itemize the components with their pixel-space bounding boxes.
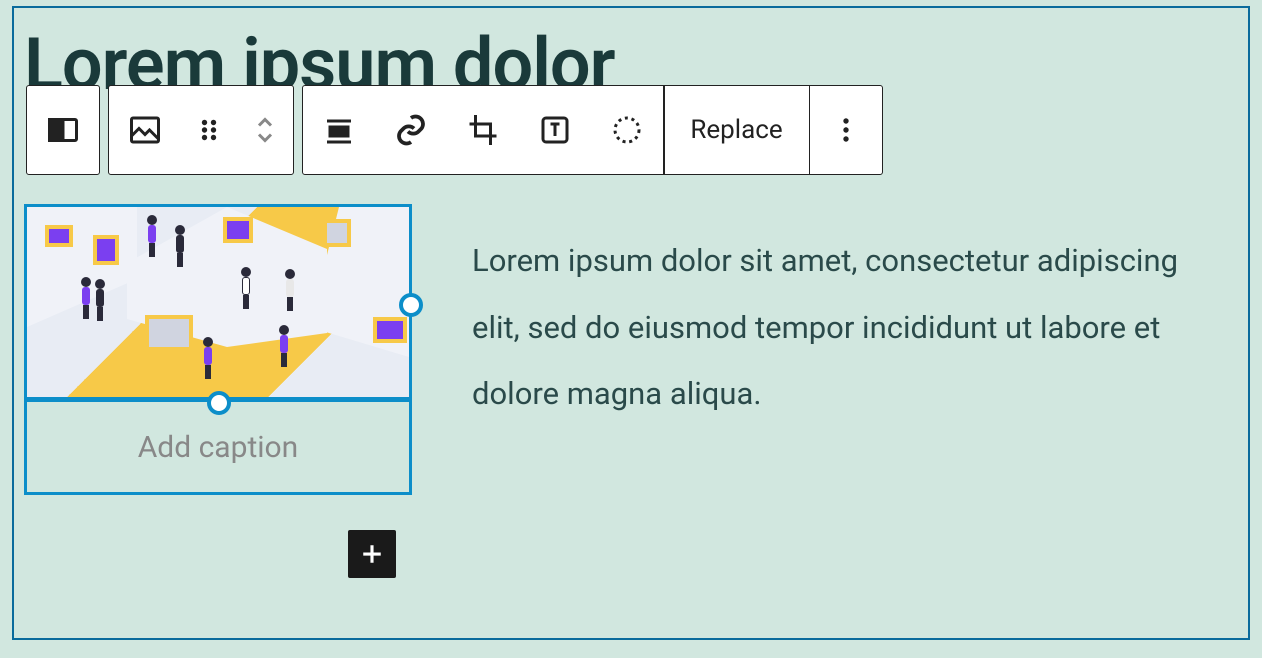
columns-block: Add caption Lorem ipsum dolor sit amet, … [24,204,1238,495]
toolbar-group-block [108,85,294,175]
link-icon [393,112,429,148]
text-overlay-button[interactable] [519,86,591,174]
block-toolbar: Replace [26,85,883,175]
align-icon [321,112,357,148]
add-block-button[interactable] [348,530,396,578]
plus-icon [357,539,387,569]
resize-handle-bottom[interactable] [207,391,231,415]
link-button[interactable] [375,86,447,174]
more-options-button[interactable] [810,86,882,174]
toolbar-group-parent [26,85,100,175]
chevrons-updown-icon [247,112,283,148]
drag-handle[interactable] [181,86,237,174]
transform-block-button[interactable] [109,86,181,174]
image-icon [127,112,163,148]
crop-button[interactable] [447,86,519,174]
toolbar-group-format: Replace [302,85,883,175]
editor-canvas: Lorem ipsum dolor [12,6,1250,640]
replace-button[interactable]: Replace [665,86,809,174]
select-parent-button[interactable] [27,86,99,174]
crop-icon [465,112,501,148]
image-preview[interactable] [27,207,409,400]
duotone-button[interactable] [591,86,663,174]
align-button[interactable] [303,86,375,174]
paragraph-block[interactable]: Lorem ipsum dolor sit amet, consectetur … [472,228,1232,428]
column-left: Add caption [24,204,412,495]
image-block[interactable]: Add caption [24,204,412,495]
resize-handle-right[interactable] [399,293,423,317]
move-updown-button[interactable] [237,86,293,174]
more-vertical-icon [828,112,864,148]
filter-circle-icon [609,112,645,148]
drag-icon [191,112,227,148]
text-over-image-icon [537,112,573,148]
column-right: Lorem ipsum dolor sit amet, consectetur … [472,204,1238,495]
columns-icon [45,112,81,148]
gallery-illustration [27,207,409,400]
replace-label: Replace [690,115,782,145]
